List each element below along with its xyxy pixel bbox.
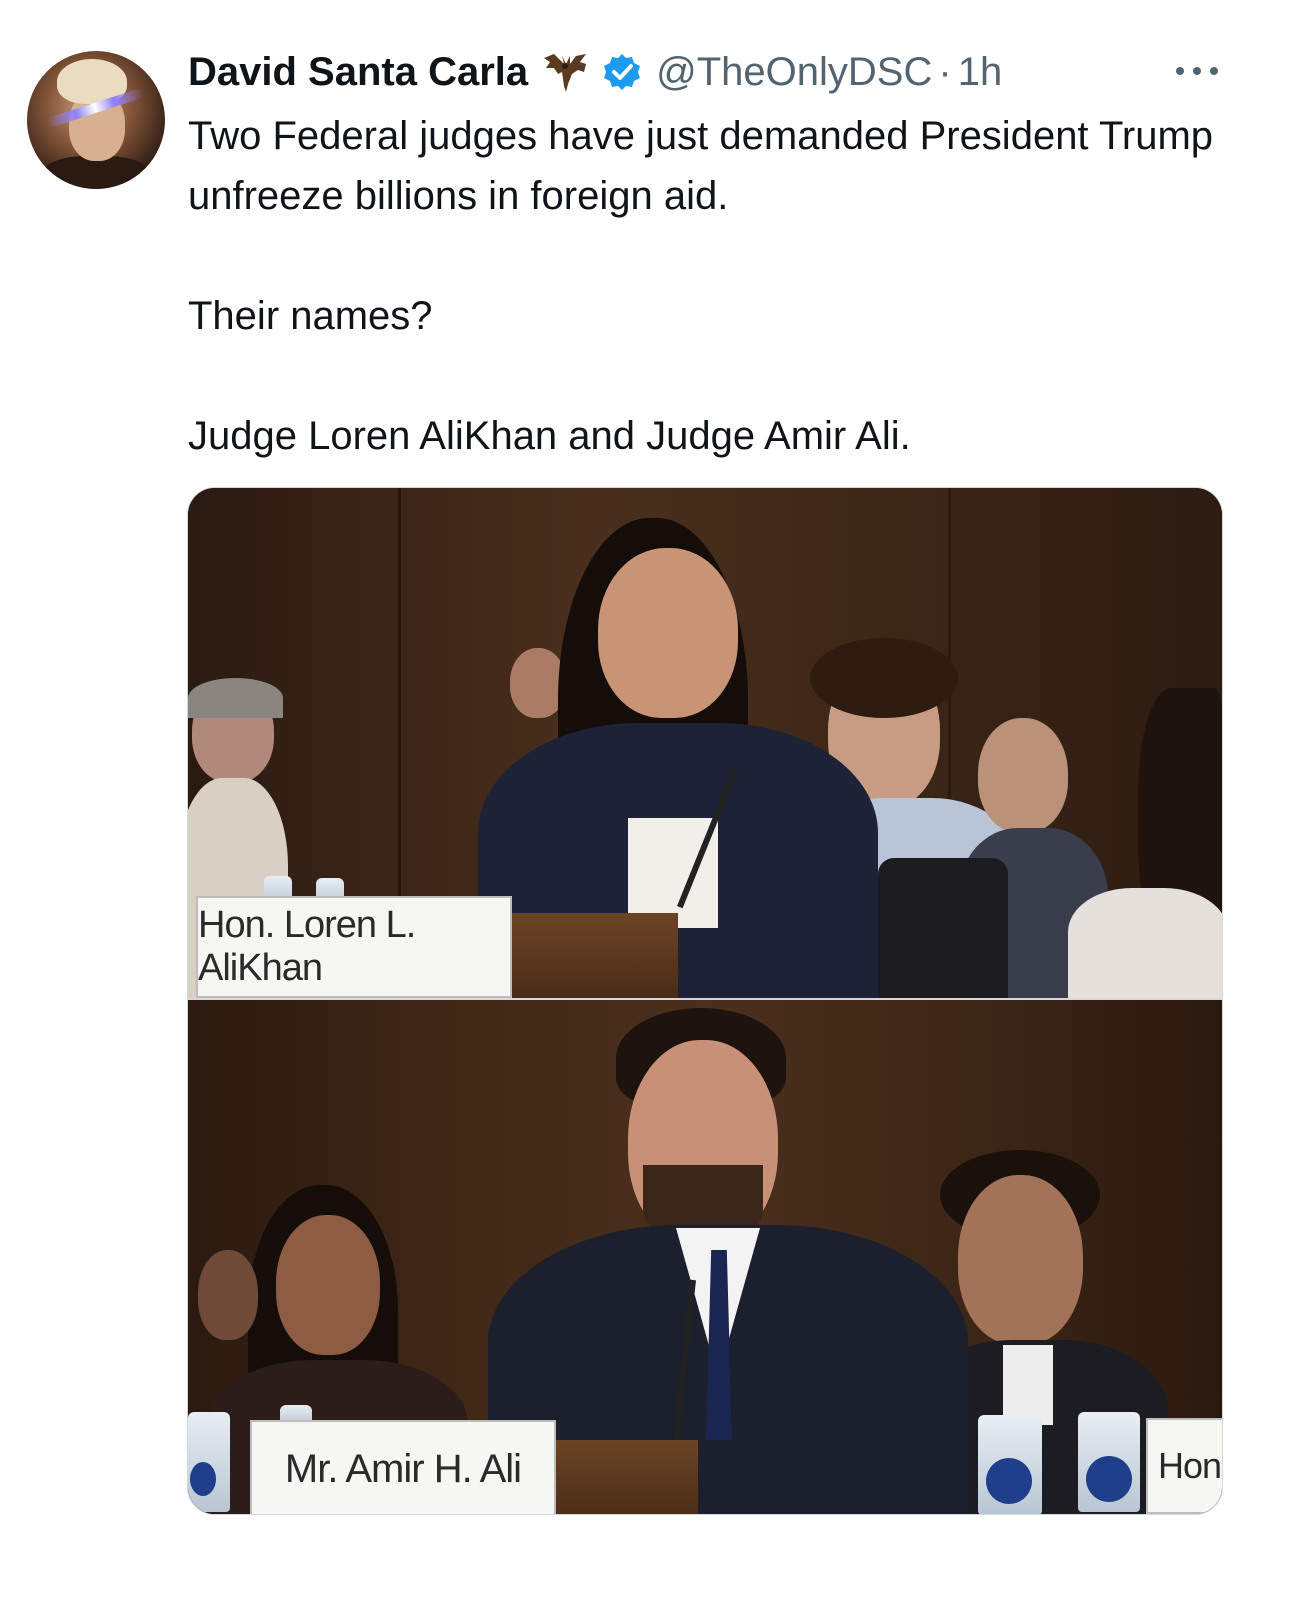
tweet-text-line: Two Federal judges have just demanded Pr… xyxy=(188,114,1214,218)
hearing-photo-bottom[interactable]: Mr. Amir H. Ali Hon. xyxy=(188,1000,1222,1514)
nameplate-bottom-right: Hon. xyxy=(1146,1418,1222,1514)
tweet-header: David Santa Carla @TheOnlyDSC · 1h xyxy=(188,46,1002,98)
nameplate-bottom-right-text: Hon. xyxy=(1158,1445,1222,1486)
timestamp[interactable]: 1h xyxy=(958,50,1003,95)
hearing-photo-top[interactable]: Hon. Loren L. AliKhan xyxy=(188,488,1222,998)
verified-badge-icon[interactable] xyxy=(602,52,642,92)
tweet-media[interactable]: Hon. Loren L. AliKhan Mr. Amir H. Ali Ho… xyxy=(187,487,1223,1515)
podium xyxy=(506,913,678,998)
tweet-text-line: Judge Loren AliKhan and Judge Amir Ali. xyxy=(188,414,911,458)
display-name[interactable]: David Santa Carla xyxy=(188,50,528,95)
handle[interactable]: @TheOnlyDSC xyxy=(656,50,932,95)
nameplate-bottom: Mr. Amir H. Ali xyxy=(250,1420,556,1514)
nameplate-top: Hon. Loren L. AliKhan xyxy=(196,896,512,998)
podium xyxy=(548,1440,698,1514)
avatar[interactable] xyxy=(27,51,165,189)
separator-dot: · xyxy=(938,49,952,94)
nameplate-top-text: Hon. Loren L. AliKhan xyxy=(198,904,416,989)
tweet-text-line: Their names? xyxy=(188,294,433,338)
nameplate-bottom-text: Mr. Amir H. Ali xyxy=(284,1446,522,1491)
tweet-text: Two Federal judges have just demanded Pr… xyxy=(188,106,1228,466)
bat-icon xyxy=(540,46,592,98)
more-options-icon[interactable] xyxy=(1176,62,1218,80)
